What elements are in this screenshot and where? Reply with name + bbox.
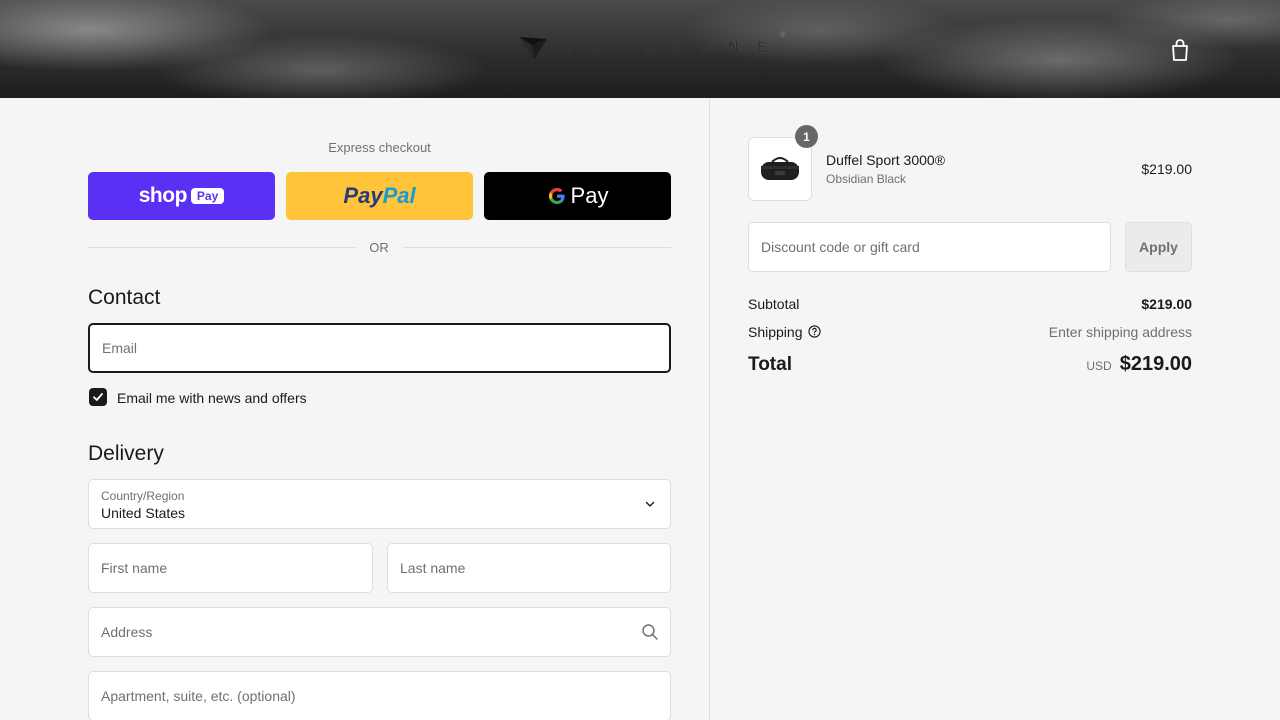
checkmark-icon xyxy=(93,393,103,401)
total-amount: USD $219.00 xyxy=(1086,353,1192,376)
email-input[interactable] xyxy=(90,325,669,371)
newsletter-checkbox[interactable] xyxy=(89,388,107,406)
shopping-bag-icon[interactable] xyxy=(1169,38,1191,62)
discount-input[interactable] xyxy=(749,223,1110,271)
registered-mark: ® xyxy=(780,32,786,39)
product-name: Duffel Sport 3000® xyxy=(826,152,946,168)
gpay-word: Pay xyxy=(570,183,609,208)
last-name-field[interactable] xyxy=(387,543,671,593)
product-price: $219.00 xyxy=(1141,161,1192,177)
search-icon[interactable] xyxy=(641,623,659,641)
help-circle-icon[interactable] xyxy=(807,325,821,338)
divider-left xyxy=(88,247,356,248)
shop-pay-button[interactable]: shop Pay xyxy=(88,172,275,220)
express-checkout-label: Express checkout xyxy=(328,140,431,155)
apartment-field[interactable] xyxy=(88,671,671,720)
chevron-down-icon xyxy=(645,501,655,507)
apartment-input[interactable] xyxy=(89,672,670,720)
country-select[interactable]: Country/Region United States xyxy=(88,479,671,529)
discount-field[interactable] xyxy=(748,222,1111,272)
apply-discount-button[interactable]: Apply xyxy=(1125,222,1192,272)
total-label: Total xyxy=(748,354,792,375)
google-pay-button[interactable]: Pay xyxy=(484,172,671,220)
contact-heading: Contact xyxy=(88,286,161,309)
country-value: United States xyxy=(101,505,186,521)
subtotal-value: $219.00 xyxy=(1141,296,1192,312)
last-name-input[interactable] xyxy=(388,544,670,592)
delivery-heading: Delivery xyxy=(88,442,164,465)
shipping-label: Shipping xyxy=(748,324,803,340)
duffel-bag-image xyxy=(761,157,799,180)
currency-code: USD xyxy=(1086,359,1112,373)
paypal-button[interactable]: PayPal xyxy=(286,172,473,220)
divider-right xyxy=(403,247,671,248)
brand-logo[interactable]: SKYBORNE ® xyxy=(518,32,786,62)
address-field[interactable] xyxy=(88,607,671,657)
google-g-icon xyxy=(548,188,565,204)
brand-name: SKYBORNE xyxy=(564,40,784,56)
paypal-word-a: Pay xyxy=(343,183,383,208)
shop-pay-word: shop xyxy=(138,184,188,207)
newsletter-label[interactable]: Email me with news and offers xyxy=(117,390,307,406)
shipping-row-label: Shipping xyxy=(748,324,821,340)
product-variant: Obsidian Black xyxy=(826,172,907,186)
subtotal-label: Subtotal xyxy=(748,296,800,312)
first-name-input[interactable] xyxy=(89,544,372,592)
order-summary: 1 Duffel Sport 3000® Obsidian Black $219… xyxy=(710,98,1280,720)
quantity-badge: 1 xyxy=(795,125,818,148)
shipping-value: Enter shipping address xyxy=(1048,324,1192,340)
logo-mark-icon xyxy=(519,37,547,60)
address-input[interactable] xyxy=(89,608,670,656)
shop-pay-pill: Pay xyxy=(190,188,225,204)
or-separator: OR xyxy=(369,240,389,255)
country-label: Country/Region xyxy=(101,489,185,503)
email-field[interactable] xyxy=(88,323,671,373)
checkout-form: Express checkout shop Pay PayPal Pay OR … xyxy=(0,98,709,720)
total-value: $219.00 xyxy=(1119,353,1192,375)
site-header: SKYBORNE ® xyxy=(0,0,1280,98)
first-name-field[interactable] xyxy=(88,543,373,593)
paypal-logo: PayPal xyxy=(343,183,415,209)
paypal-word-b: Pal xyxy=(382,183,416,208)
